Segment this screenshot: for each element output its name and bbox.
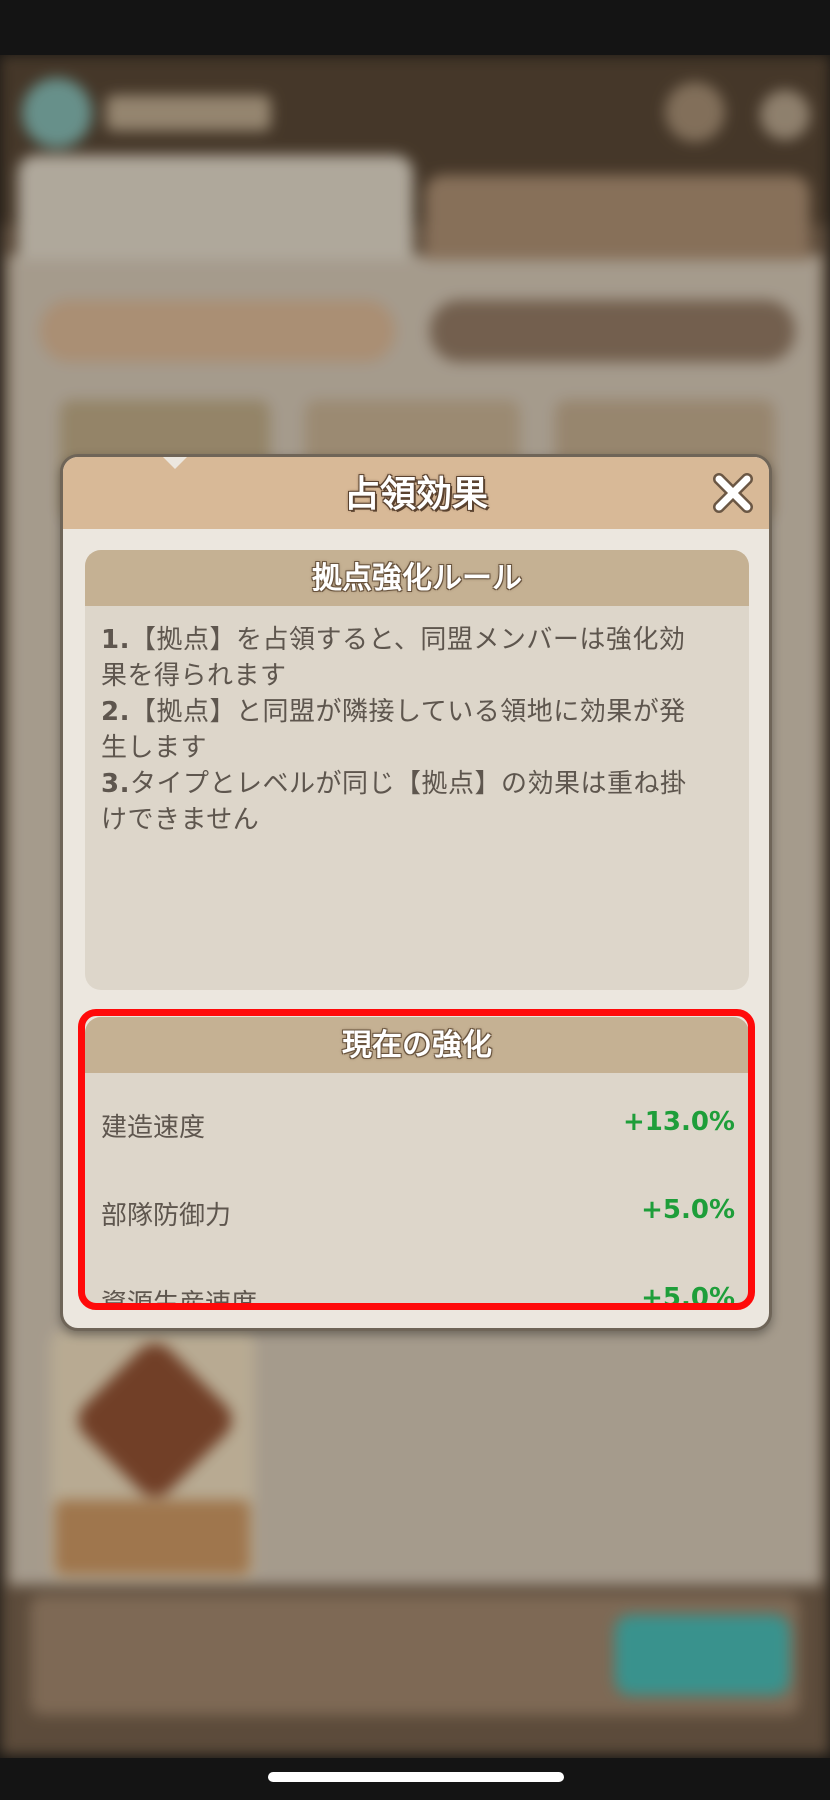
rule-text: タイプとレベルが同じ【拠点】の効果は重ね掛	[129, 769, 687, 799]
rule-line: 1.【拠点】を占領すると、同盟メンバーは強化効	[101, 622, 733, 658]
buff-name: 資源生産速度	[101, 1289, 258, 1307]
screen: 占領効果 拠点強化ルール 1.【拠点】を占領すると、同盟メンバーは強化効 果を得…	[0, 0, 830, 1800]
rule-text: 【拠点】を占領すると、同盟メンバーは強化効	[129, 625, 686, 655]
rule-text: 生します	[101, 733, 208, 763]
rule-number: 1.	[101, 625, 130, 655]
buff-value: +5.0%	[641, 1195, 735, 1225]
rule-line: 果を得られます	[101, 658, 733, 694]
dialog-header: 占領効果	[63, 457, 769, 529]
rule-line: 3.タイプとレベルが同じ【拠点】の効果は重ね掛	[101, 766, 733, 802]
buff-name: 部隊防御力	[101, 1201, 232, 1231]
buff-row: 建造速度 +13.0%	[85, 1095, 749, 1155]
rules-body: 1.【拠点】を占領すると、同盟メンバーは強化効 果を得られます 2.【拠点】と同…	[85, 606, 749, 838]
rule-text: けできません	[101, 805, 260, 835]
buff-value: +5.0%	[641, 1283, 735, 1307]
current-buffs-section: 現在の強化 建造速度 +13.0% 部隊防御力 +5.0% 資源生産速度 +5.…	[85, 1017, 749, 1307]
rule-line: けできません	[101, 802, 733, 838]
buff-list[interactable]: 建造速度 +13.0% 部隊防御力 +5.0% 資源生産速度 +5.0%	[85, 1073, 749, 1307]
dialog-title: 占領効果	[343, 474, 488, 515]
buff-row: 資源生産速度 +5.0%	[85, 1271, 749, 1307]
close-x-icon	[713, 473, 753, 513]
rule-line: 生します	[101, 730, 733, 766]
rules-section: 拠点強化ルール 1.【拠点】を占領すると、同盟メンバーは強化効 果を得られます …	[85, 550, 749, 990]
home-indicator[interactable]	[268, 1772, 564, 1782]
occupation-effect-dialog: 占領効果 拠点強化ルール 1.【拠点】を占領すると、同盟メンバーは強化効 果を得…	[60, 454, 772, 1331]
close-button[interactable]	[711, 471, 755, 515]
header-notch	[163, 457, 187, 469]
rule-number: 3.	[101, 769, 130, 799]
buff-name: 建造速度	[101, 1113, 206, 1143]
rules-header: 拠点強化ルール	[85, 550, 749, 606]
current-buffs-header: 現在の強化	[85, 1017, 749, 1073]
rule-text: 【拠点】と同盟が隣接している領地に効果が発	[129, 697, 686, 727]
rule-number: 2.	[101, 697, 130, 727]
status-bar	[0, 0, 830, 55]
buff-row: 部隊防御力 +5.0%	[85, 1183, 749, 1243]
buff-value: +13.0%	[623, 1107, 735, 1137]
rule-line: 2.【拠点】と同盟が隣接している領地に効果が発	[101, 694, 733, 730]
rule-text: 果を得られます	[101, 661, 287, 691]
